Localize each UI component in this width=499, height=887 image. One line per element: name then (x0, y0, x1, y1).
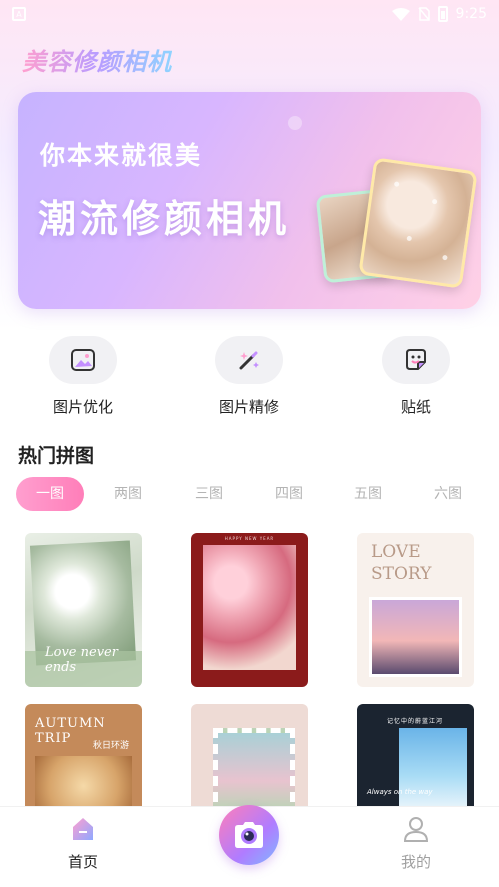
section-title: 热门拼图 (18, 445, 95, 467)
template-caption: Love never ends (45, 645, 118, 675)
wifi-icon (391, 7, 410, 21)
magic-wand-icon (239, 351, 259, 370)
tab-six-images[interactable]: 六图 (418, 477, 478, 511)
quick-action-label: 贴纸 (400, 398, 431, 416)
tab-four-images[interactable]: 四图 (259, 477, 319, 511)
flower-decoration (393, 181, 400, 187)
template-photo (399, 728, 467, 808)
flower-decoration (442, 254, 448, 261)
template-card[interactable]: LOVE STORY (357, 533, 474, 687)
template-subcaption: Always on the way (367, 788, 433, 796)
notification-icon: A (12, 7, 26, 21)
template-caption: LOVE STORY (371, 542, 432, 584)
template-card[interactable]: Love never ends (25, 533, 142, 687)
banner-subtitle: 你本来就很美 (40, 141, 203, 170)
bottom-nav: 首页 我的 (0, 805, 499, 887)
flower-decoration (431, 198, 438, 205)
no-sim-icon (417, 7, 430, 21)
quick-action-sticker[interactable]: 贴纸 (351, 336, 481, 417)
quick-action-label: 图片精修 (218, 398, 279, 416)
template-card[interactable]: HAPPY NEW YEAR (191, 533, 308, 687)
tab-two-images[interactable]: 两图 (98, 477, 158, 511)
user-icon (403, 817, 429, 842)
template-caption: 记忆中的蔚蓝江河 (387, 718, 444, 725)
camera-icon (235, 822, 263, 848)
template-photo (369, 597, 462, 677)
status-time: 9:25 (455, 6, 487, 22)
quick-action-image-optimize[interactable]: 图片优化 (18, 336, 148, 417)
battery-icon (437, 6, 448, 22)
promo-banner[interactable]: 你本来就很美 潮流修颜相机 (18, 92, 481, 309)
tab-five-images[interactable]: 五图 (338, 477, 398, 511)
image-enhance-icon (71, 349, 95, 371)
flower-decoration (406, 235, 413, 242)
nav-mine-label: 我的 (400, 853, 431, 871)
template-caption: HAPPY NEW YEAR (224, 536, 275, 541)
banner-photo-large (358, 157, 478, 289)
nav-mine[interactable]: 我的 (376, 815, 456, 872)
banner-bubble (288, 116, 302, 130)
nav-home-label: 首页 (67, 853, 98, 871)
tab-three-images[interactable]: 三图 (179, 477, 239, 511)
tab-one-image[interactable]: 一图 (16, 477, 84, 511)
banner-title: 潮流修颜相机 (38, 197, 291, 241)
quick-action-image-retouch[interactable]: 图片精修 (184, 336, 314, 417)
status-bar: A 9:25 (0, 0, 499, 28)
nav-home[interactable]: 首页 (43, 815, 123, 872)
app-title: 美容修颜相机 (22, 42, 172, 77)
sticker-icon (406, 349, 426, 370)
collage-tabs: 一图 两图 三图 四图 五图 六图 (16, 477, 486, 511)
quick-action-label: 图片优化 (52, 398, 113, 416)
camera-button[interactable] (219, 805, 279, 865)
template-subcaption: 秋日环游 (93, 741, 130, 751)
home-icon (73, 818, 93, 840)
template-photo (203, 545, 296, 670)
